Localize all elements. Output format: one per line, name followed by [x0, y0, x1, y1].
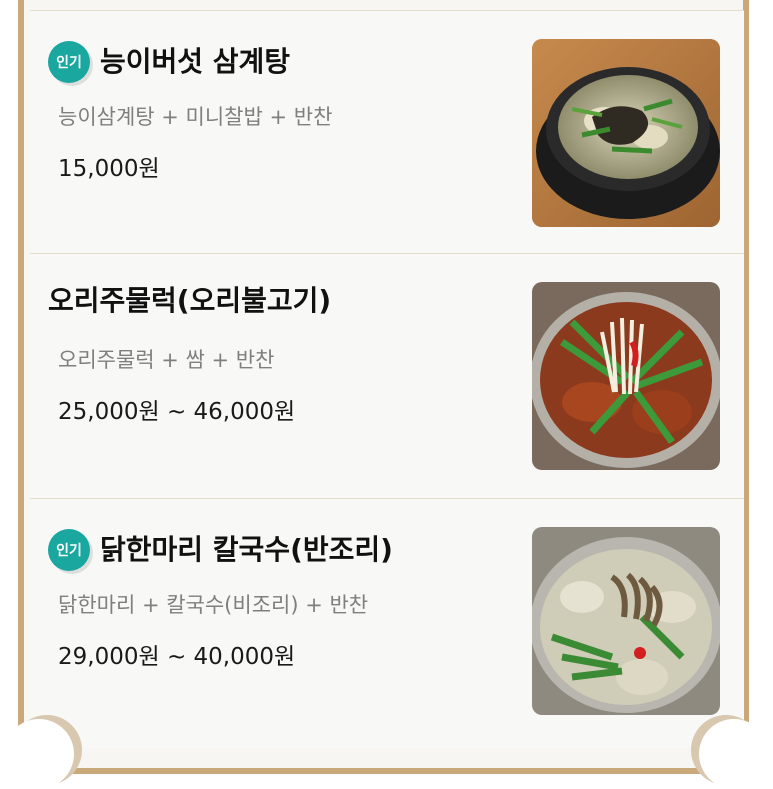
menu-item-image[interactable] — [532, 39, 720, 227]
menu-item-description: 오리주물럭 + 쌈 + 반찬 — [58, 344, 274, 374]
menu-item-price: 29,000원 ~ 40,000원 — [58, 637, 295, 671]
popular-badge: 인기 — [48, 41, 90, 83]
menu-item-title: 오리주물럭(오리불고기) — [48, 284, 331, 318]
duck-bulgogi-image — [532, 282, 720, 470]
menu-item[interactable]: 인기 닭한마리 칼국수(반조리) 닭한마리 + 칼국수(비조리) + 반찬 29… — [30, 498, 744, 748]
menu-item[interactable]: 인기 능이버섯 삼계탕 능이삼계탕 + 미니찰밥 + 반찬 15,000원 — [30, 10, 744, 253]
samgyetang-image — [532, 39, 720, 227]
menu-item-title-row: 인기 닭한마리 칼국수(반조리) — [48, 529, 393, 571]
menu-item-image[interactable] — [532, 527, 720, 715]
chicken-kalguksu-image — [532, 527, 720, 715]
menu-item-description: 닭한마리 + 칼국수(비조리) + 반찬 — [58, 589, 368, 619]
menu-item-price: 15,000원 — [58, 149, 160, 183]
menu-item[interactable]: 오리주물럭(오리불고기) 오리주물럭 + 쌈 + 반찬 25,000원 ~ 46… — [30, 253, 744, 498]
menu-item-title: 닭한마리 칼국수(반조리) — [100, 533, 393, 567]
menu-item-image[interactable] — [532, 282, 720, 470]
menu-item-price: 25,000원 ~ 46,000원 — [58, 392, 295, 426]
menu-item-description: 능이삼계탕 + 미니찰밥 + 반찬 — [58, 101, 332, 131]
menu-item-title: 능이버섯 삼계탕 — [100, 45, 290, 79]
menu-item-title-row: 인기 능이버섯 삼계탕 — [48, 41, 290, 83]
popular-badge: 인기 — [48, 529, 90, 571]
menu-list: 인기 능이버섯 삼계탕 능이삼계탕 + 미니찰밥 + 반찬 15,000원 — [30, 10, 744, 748]
menu-item-title-row: 오리주물럭(오리불고기) — [48, 284, 331, 318]
